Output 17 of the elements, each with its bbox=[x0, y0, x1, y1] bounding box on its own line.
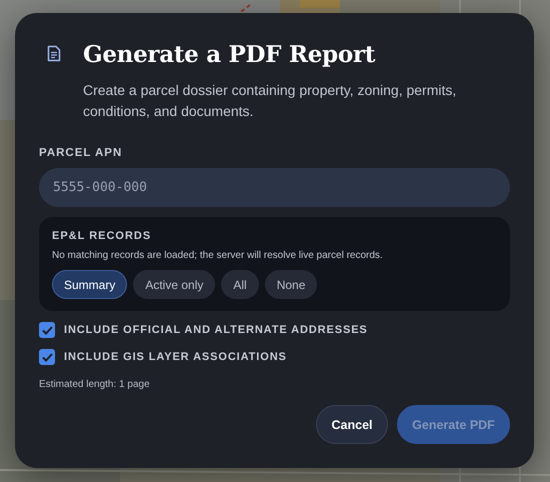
panel-title: EP&L RECORDS bbox=[52, 230, 152, 242]
checkbox-label: INCLUDE OFFICIAL AND ALTERNATE ADDRESSES bbox=[64, 324, 368, 336]
field-label: PARCEL APN bbox=[39, 147, 124, 159]
checkbox[interactable] bbox=[39, 322, 55, 338]
records-note: No matching records are loaded; the server will resolve live parcel records. bbox=[52, 250, 384, 261]
dialog-description: Create a parcel dossier containing property, zoning, permits, conditions, and documents. bbox=[83, 81, 458, 121]
cancel-button[interactable]: Cancel bbox=[316, 405, 388, 444]
estimate-text: Estimated length: 1 page bbox=[39, 379, 151, 390]
checkbox[interactable] bbox=[39, 349, 55, 365]
filter-chip[interactable]: Summary bbox=[52, 270, 128, 299]
filter-chip[interactable]: All bbox=[221, 270, 259, 299]
checkbox-label: INCLUDE GIS LAYER ASSOCIATIONS bbox=[64, 351, 287, 363]
filter-chip[interactable]: None bbox=[264, 270, 318, 299]
filter-chip[interactable]: Active only bbox=[133, 270, 216, 299]
apn-input-field[interactable]: 5555-000-000 bbox=[39, 168, 510, 207]
dialog-title: Generate a PDF Report bbox=[83, 41, 376, 68]
document-icon bbox=[47, 45, 61, 62]
